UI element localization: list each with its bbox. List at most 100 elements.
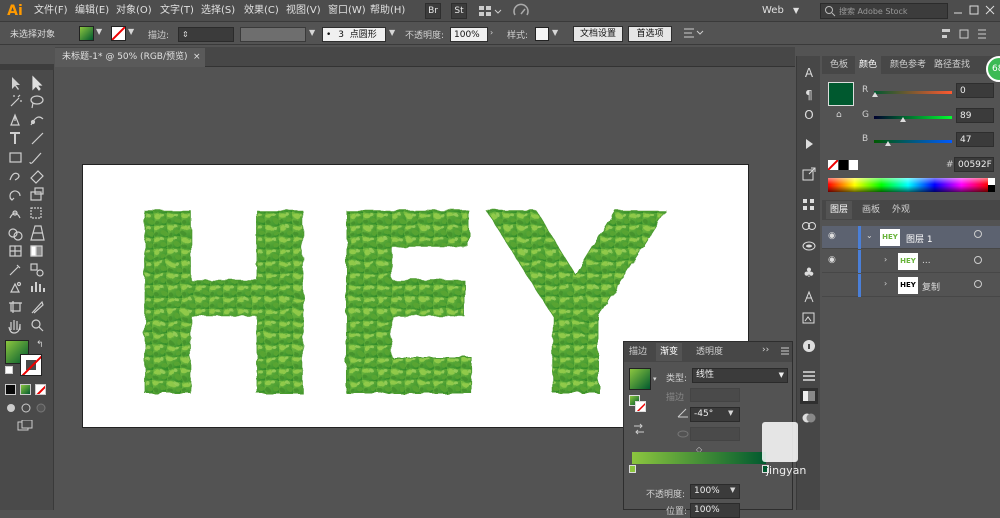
target-icon[interactable] bbox=[974, 280, 982, 288]
none-mode-icon[interactable] bbox=[35, 384, 46, 395]
white-swatch[interactable] bbox=[849, 160, 858, 170]
menu-effect[interactable]: 效果(C) bbox=[244, 0, 279, 22]
color-spectrum[interactable] bbox=[828, 178, 988, 192]
opacity-field[interactable]: 100% bbox=[450, 27, 488, 42]
gradient-stop-start[interactable] bbox=[629, 465, 636, 473]
gpu-performance-icon[interactable] bbox=[512, 3, 530, 19]
export-panel-icon[interactable] bbox=[800, 166, 818, 182]
graphic-style-swatch[interactable] bbox=[535, 27, 549, 41]
document-tab[interactable]: 未标题-1* @ 50% (RGB/预览) × bbox=[55, 48, 205, 67]
chevron-down-icon[interactable]: ▾ bbox=[653, 375, 657, 383]
info-panel-icon[interactable] bbox=[800, 338, 818, 354]
chevron-down-icon[interactable]: ▼ bbox=[389, 28, 395, 37]
chevron-down-icon[interactable]: ⌄ bbox=[866, 231, 873, 240]
brush-definition-field[interactable]: • 3 点圆形 bbox=[322, 27, 386, 42]
r-slider[interactable] bbox=[874, 91, 952, 94]
tab-appearance[interactable]: 外观 bbox=[892, 201, 910, 219]
maximize-icon[interactable] bbox=[968, 4, 980, 16]
collapse-icon[interactable]: ›› bbox=[762, 345, 769, 355]
out-of-gamut-icon[interactable]: ⌂ bbox=[836, 110, 842, 120]
variable-width-profile[interactable] bbox=[240, 27, 306, 42]
align-icon[interactable] bbox=[940, 27, 952, 41]
chevron-down-icon[interactable]: ▼ bbox=[128, 27, 134, 36]
gradient-panel-icon[interactable] bbox=[800, 388, 818, 404]
tab-swatches[interactable]: 色板 bbox=[830, 56, 848, 74]
b-value-field[interactable]: 47 bbox=[956, 132, 994, 147]
chevron-down-icon[interactable]: ▼ bbox=[730, 486, 735, 494]
close-icon[interactable] bbox=[984, 4, 996, 16]
tab-gradient[interactable]: 渐变 bbox=[656, 343, 683, 361]
swap-colors-icon[interactable]: ↰ bbox=[36, 340, 44, 350]
draw-behind-icon[interactable] bbox=[20, 402, 32, 414]
screen-mode-icon[interactable] bbox=[17, 420, 35, 432]
draw-inside-icon[interactable] bbox=[35, 402, 47, 414]
chevron-down-icon[interactable]: ▼ bbox=[552, 28, 558, 37]
panel-menu-icon[interactable] bbox=[780, 345, 790, 357]
gradient-preview[interactable] bbox=[629, 368, 651, 390]
gradient-type-select[interactable]: 线性 ▼ bbox=[692, 368, 788, 383]
character-panel-icon[interactable]: A bbox=[800, 66, 818, 82]
document-setup-button[interactable]: 文档设置 bbox=[573, 26, 623, 42]
chevron-down-icon[interactable]: ▼ bbox=[96, 27, 102, 36]
workspace-switcher[interactable]: Web ▼ bbox=[762, 0, 799, 22]
menu-select[interactable]: 选择(S) bbox=[201, 0, 235, 22]
target-icon[interactable] bbox=[974, 230, 982, 238]
fill-swatch[interactable] bbox=[79, 26, 94, 41]
menu-file[interactable]: 文件(F) bbox=[34, 0, 68, 22]
g-value-field[interactable]: 89 bbox=[956, 108, 994, 123]
menu-type[interactable]: 文字(T) bbox=[160, 0, 194, 22]
tab-color[interactable]: 颜色 bbox=[855, 56, 882, 74]
tab-color-guide[interactable]: 颜色参考 bbox=[890, 56, 926, 74]
minimize-icon[interactable] bbox=[952, 4, 964, 16]
spectrum-black[interactable] bbox=[988, 185, 995, 192]
layer-name[interactable]: 复制 bbox=[922, 280, 940, 293]
chevron-right-icon[interactable]: › bbox=[884, 255, 887, 264]
visibility-eye-icon[interactable]: ◉ bbox=[828, 231, 836, 241]
tab-pathfinder[interactable]: 路径查找 bbox=[934, 56, 970, 74]
panel-menu-icon[interactable] bbox=[976, 27, 988, 41]
visibility-eye-icon[interactable]: ◉ bbox=[828, 255, 836, 265]
stroke-panel-icon[interactable] bbox=[800, 368, 818, 384]
arrange-icon[interactable] bbox=[682, 26, 704, 40]
assets-panel-icon[interactable] bbox=[800, 310, 818, 326]
r-value-field[interactable]: 0 bbox=[956, 83, 994, 98]
black-swatch[interactable] bbox=[839, 160, 848, 170]
current-color-swatch[interactable] bbox=[828, 82, 854, 106]
brushes-panel-icon[interactable] bbox=[800, 238, 818, 254]
menu-help[interactable]: 帮助(H) bbox=[370, 0, 405, 22]
menu-object[interactable]: 对象(O) bbox=[116, 0, 152, 22]
chevron-down-icon[interactable]: ▼ bbox=[309, 28, 315, 37]
actions-panel-icon[interactable] bbox=[800, 136, 818, 152]
hex-field[interactable]: 00592F bbox=[954, 157, 994, 172]
arrange-documents-icon[interactable] bbox=[478, 4, 502, 18]
links-panel-icon[interactable] bbox=[800, 218, 818, 234]
layer-name[interactable]: ... bbox=[922, 256, 931, 266]
gradient-slider[interactable] bbox=[632, 452, 766, 464]
paragraph-panel-icon[interactable]: ¶ bbox=[800, 88, 818, 104]
stroke-swatch[interactable] bbox=[111, 26, 126, 41]
transform-icon[interactable] bbox=[958, 27, 970, 41]
symbols-panel-icon[interactable]: ♣ bbox=[800, 266, 818, 282]
close-tab-icon[interactable]: × bbox=[193, 48, 201, 67]
chevron-right-icon[interactable]: › bbox=[884, 279, 887, 288]
chevron-right-icon[interactable]: › bbox=[490, 28, 493, 37]
layer-row[interactable]: ◉ › HEY ... bbox=[822, 250, 1000, 273]
default-colors-icon[interactable] bbox=[5, 366, 13, 374]
color-mode-icon[interactable] bbox=[5, 384, 16, 395]
transparency-panel-icon[interactable] bbox=[800, 410, 818, 426]
reverse-gradient-icon[interactable] bbox=[632, 422, 646, 436]
stroke-indicator[interactable] bbox=[635, 401, 646, 412]
stock-button[interactable]: St bbox=[451, 3, 467, 19]
tab-layers[interactable]: 图层 bbox=[826, 201, 853, 219]
menu-window[interactable]: 窗口(W) bbox=[328, 0, 366, 22]
chevron-down-icon[interactable]: ▼ bbox=[728, 409, 733, 417]
stock-search-field[interactable]: 搜索 Adobe Stock bbox=[820, 3, 948, 19]
stop-location-field[interactable]: 100% bbox=[690, 503, 740, 518]
tab-transparency[interactable]: 透明度 bbox=[696, 343, 723, 361]
target-icon[interactable] bbox=[974, 256, 982, 264]
stroke-color-box[interactable] bbox=[20, 354, 42, 376]
g-slider-handle[interactable] bbox=[900, 117, 906, 122]
stroke-weight-field[interactable]: ⇕ bbox=[178, 27, 234, 42]
spectrum-white[interactable] bbox=[988, 178, 995, 185]
g-slider[interactable] bbox=[874, 116, 952, 119]
